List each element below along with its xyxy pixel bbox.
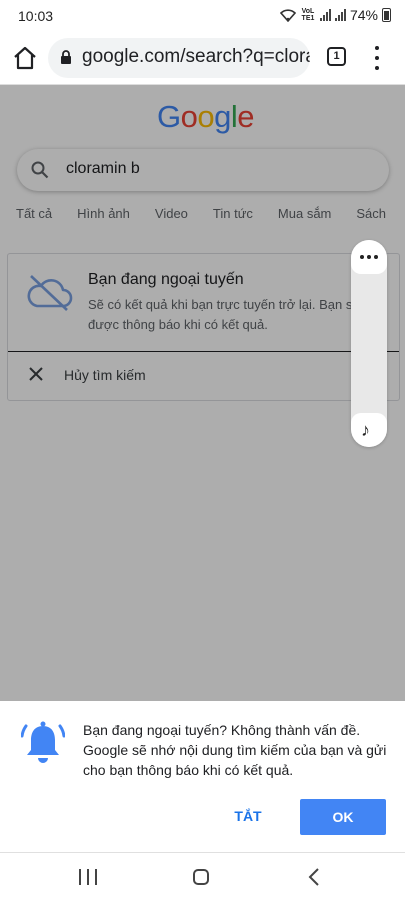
widget-menu-button[interactable] [351, 240, 387, 274]
ok-button[interactable]: OK [300, 799, 386, 835]
bell-icon [21, 721, 65, 763]
system-nav-bar [0, 852, 405, 901]
status-time: 10:03 [18, 8, 54, 24]
recent-apps-icon[interactable] [79, 869, 97, 885]
battery-percent: 74% [349, 7, 378, 23]
signal-icon-2 [334, 9, 346, 21]
url-text[interactable]: google.com/search?q=cloramin [82, 46, 310, 68]
more-horiz-icon [360, 255, 378, 259]
address-bar[interactable]: google.com/search?q=cloramin [48, 38, 310, 78]
more-vert-icon[interactable] [372, 46, 382, 70]
status-bar: 10:03 VoLTE1 74% [0, 0, 405, 32]
offline-bottom-sheet: Bạn đang ngoại tuyến? Không thành vấn đề… [0, 701, 405, 852]
home-nav-icon[interactable] [193, 869, 209, 885]
wifi-icon [279, 9, 296, 22]
floating-media-widget[interactable]: ♪ [351, 240, 387, 447]
tabs-icon[interactable]: 1 [327, 47, 346, 66]
signal-icon [319, 9, 331, 21]
scrim-overlay[interactable] [0, 85, 405, 701]
battery-icon [382, 8, 391, 22]
back-icon[interactable] [306, 867, 322, 887]
home-icon[interactable] [12, 45, 38, 71]
lock-icon [61, 50, 71, 64]
volte-icon: VoLTE1 [301, 8, 315, 22]
dismiss-button[interactable]: TẮT [222, 798, 274, 834]
browser-toolbar: google.com/search?q=cloramin 1 [0, 32, 405, 85]
music-note-icon: ♪ [361, 420, 370, 440]
status-icons: VoLTE1 74% [279, 7, 391, 23]
offline-message: Bạn đang ngoại tuyến? Không thành vấn đề… [83, 722, 387, 778]
